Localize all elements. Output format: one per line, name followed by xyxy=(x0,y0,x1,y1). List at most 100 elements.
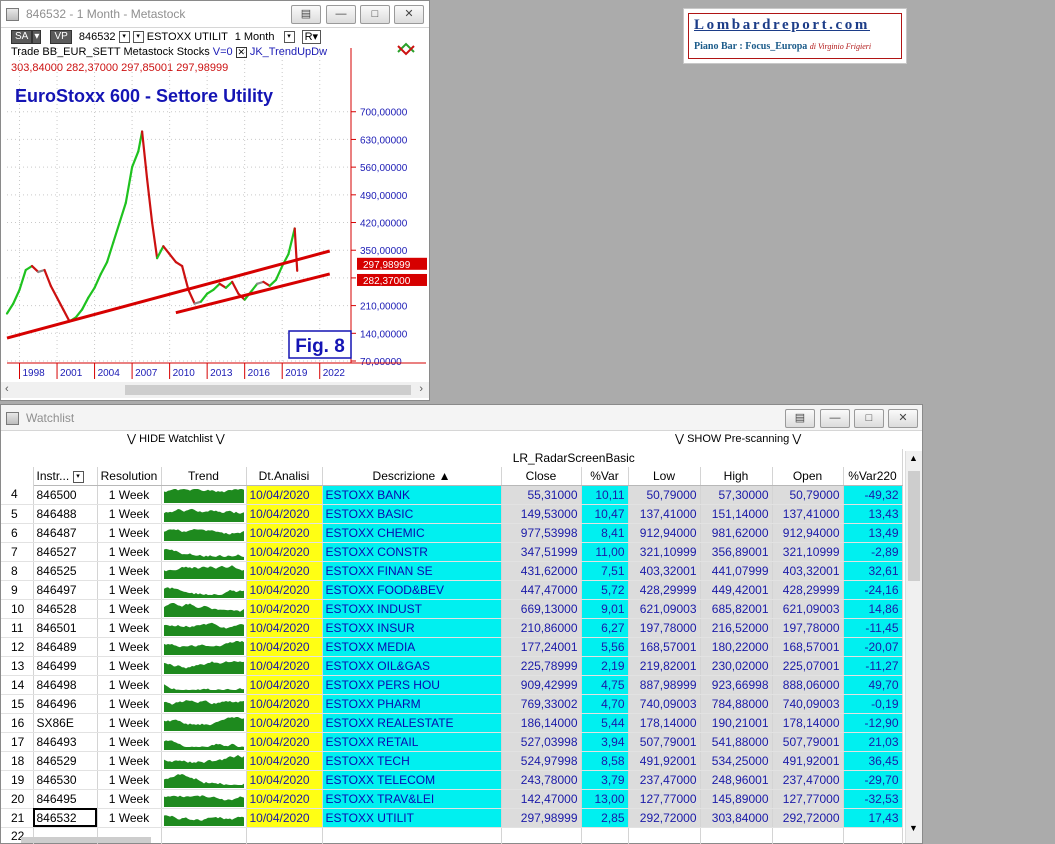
table-row[interactable]: 13 846499 1 Week 10/04/2020 ESTOXX OIL&GAS 22… xyxy=(1,656,903,676)
chart-horizontal-scrollbar[interactable]: ‹ › xyxy=(1,382,429,398)
scroll-down-icon[interactable]: ▼ xyxy=(909,823,918,833)
column-header-var220[interactable]: %Var220 xyxy=(843,467,903,486)
watchlist-layout-button[interactable]: ▤ xyxy=(785,409,815,428)
sparkline-area xyxy=(163,683,244,693)
row-instrument[interactable]: 846499 xyxy=(33,656,98,676)
table-row[interactable]: 12 846489 1 Week 10/04/2020 ESTOXX MEDIA 177,… xyxy=(1,637,903,657)
table-row[interactable]: 14 846498 1 Week 10/04/2020 ESTOXX PERS HOU 9… xyxy=(1,675,903,695)
row-number: 5 xyxy=(1,504,34,524)
row-close: 142,47000 xyxy=(501,789,582,809)
row-instrument[interactable]: 846532 xyxy=(33,808,98,828)
row-instrument[interactable]: 846527 xyxy=(33,542,98,562)
row-instrument[interactable]: 846488 xyxy=(33,504,98,524)
empty-cell xyxy=(501,827,582,844)
price-chart[interactable]: 700,00000 630,00000 560,00000 490,00000 420,… xyxy=(1,28,429,383)
table-row[interactable]: 18 846529 1 Week 10/04/2020 ESTOXX TECH 524,9… xyxy=(1,751,903,771)
column-header-resolution[interactable]: Resolution xyxy=(97,467,162,486)
chart-window: 846532 - 1 Month - Metastock ▤ — □ ✕ SA ▾… xyxy=(0,0,430,401)
table-row[interactable]: 19 846530 1 Week 10/04/2020 ESTOXX TELECOM 24… xyxy=(1,770,903,790)
price-segment xyxy=(206,288,215,295)
row-var220: -12,90 xyxy=(843,713,903,733)
x-tick-label: 2013 xyxy=(210,368,233,379)
close-button[interactable]: ✕ xyxy=(394,5,424,24)
fig-label-box: Fig. 8 xyxy=(288,330,352,359)
x-tick-label: 2016 xyxy=(248,368,271,379)
expand-icon: ⋁ xyxy=(675,433,685,445)
table-row[interactable]: 21 846532 1 Week 10/04/2020 ESTOXX UTILIT 297… xyxy=(1,808,903,828)
row-instrument[interactable]: 846495 xyxy=(33,789,98,809)
row-instrument[interactable]: 846489 xyxy=(33,637,98,657)
column-header-low[interactable]: Low xyxy=(628,467,701,486)
row-instrument[interactable]: 846529 xyxy=(33,751,98,771)
x-tick-label: 2007 xyxy=(135,368,158,379)
minimize-button[interactable]: — xyxy=(326,5,356,24)
table-row[interactable]: 8 846525 1 Week 10/04/2020 ESTOXX FINAN SE 43… xyxy=(1,561,903,581)
row-instrument[interactable]: SX86E xyxy=(33,713,98,733)
table-row[interactable]: 16 SX86E 1 Week 10/04/2020 ESTOXX REALESTATE… xyxy=(1,713,903,733)
column-header-var[interactable]: %Var xyxy=(581,467,629,486)
row-instrument[interactable]: 846497 xyxy=(33,580,98,600)
row-trend-sparkline xyxy=(161,485,247,505)
table-row[interactable]: 20 846495 1 Week 10/04/2020 ESTOXX TRAV&LEI 1… xyxy=(1,789,903,809)
row-number: 19 xyxy=(1,770,34,790)
table-row[interactable]: 4 846500 1 Week 10/04/2020 ESTOXX BANK 55,310… xyxy=(1,485,903,505)
table-row[interactable]: 10 846528 1 Week 10/04/2020 ESTOXX INDUST 669… xyxy=(1,599,903,619)
chart-scroll-thumb[interactable] xyxy=(125,385,411,395)
column-header-high[interactable]: High xyxy=(700,467,773,486)
row-description: ESTOXX INDUST xyxy=(322,599,502,619)
table-row[interactable]: 17 846493 1 Week 10/04/2020 ESTOXX RETAIL 527… xyxy=(1,732,903,752)
row-low: 912,94000 xyxy=(628,523,701,543)
row-high: 180,22000 xyxy=(700,637,773,657)
column-header-description[interactable]: Descrizione ▲ xyxy=(322,467,502,486)
scroll-up-icon[interactable]: ▲ xyxy=(909,453,918,463)
watchlist-close-button[interactable]: ✕ xyxy=(888,409,918,428)
chart-window-title: 846532 - 1 Month - Metastock xyxy=(26,7,186,21)
y-tick-label: 560,00000 xyxy=(360,163,408,174)
table-row[interactable]: 11 846501 1 Week 10/04/2020 ESTOXX INSUR 210,… xyxy=(1,618,903,638)
scroll-left-icon[interactable]: ‹ xyxy=(5,383,9,395)
trend-sparkline xyxy=(163,640,244,655)
watchlist-vertical-scrollbar[interactable]: ▲ ▼ xyxy=(905,451,922,843)
row-instrument[interactable]: 846530 xyxy=(33,770,98,790)
row-date: 10/04/2020 xyxy=(246,580,323,600)
watchlist-minimize-button[interactable]: — xyxy=(820,409,850,428)
row-open: 321,10999 xyxy=(772,542,844,562)
column-header-open[interactable]: Open xyxy=(772,467,844,486)
row-instrument[interactable]: 846496 xyxy=(33,694,98,714)
table-row[interactable]: 9 846497 1 Week 10/04/2020 ESTOXX FOOD&BEV 44… xyxy=(1,580,903,600)
row-var220: -24,16 xyxy=(843,580,903,600)
row-instrument[interactable]: 846525 xyxy=(33,561,98,581)
table-row[interactable]: 6 846487 1 Week 10/04/2020 ESTOXX CHEMIC 977,… xyxy=(1,523,903,543)
row-instrument[interactable]: 846498 xyxy=(33,675,98,695)
row-var220: 17,43 xyxy=(843,808,903,828)
column-header-close[interactable]: Close xyxy=(501,467,582,486)
maximize-button[interactable]: □ xyxy=(360,5,390,24)
collapse-icon: ⋁ xyxy=(127,433,137,445)
watchlist-scroll-thumb[interactable] xyxy=(908,471,920,581)
price-segment xyxy=(118,201,127,224)
restore-layout-button[interactable]: ▤ xyxy=(291,5,321,24)
column-header-instrument[interactable]: Instr... ▾ xyxy=(33,467,98,486)
row-high: 303,84000 xyxy=(700,808,773,828)
scroll-right-icon[interactable]: › xyxy=(419,383,423,395)
column-header-trend[interactable]: Trend xyxy=(161,467,247,486)
watchlist-maximize-button[interactable]: □ xyxy=(854,409,884,428)
row-instrument[interactable]: 846501 xyxy=(33,618,98,638)
row-instrument[interactable]: 846487 xyxy=(33,523,98,543)
price-segment xyxy=(43,268,52,287)
x-tick-label: 2010 xyxy=(173,368,196,379)
instrument-filter-dropdown[interactable]: ▾ xyxy=(72,470,84,483)
hide-watchlist-toggle[interactable]: ⋁ HIDE Watchlist ⋁ xyxy=(127,432,225,449)
row-trend-sparkline xyxy=(161,732,247,752)
table-row[interactable]: 5 846488 1 Week 10/04/2020 ESTOXX BASIC 149,5… xyxy=(1,504,903,524)
table-row[interactable]: 7 846527 1 Week 10/04/2020 ESTOXX CONSTR 347,… xyxy=(1,542,903,562)
row-instrument[interactable]: 846500 xyxy=(33,485,98,505)
row-instrument[interactable]: 846493 xyxy=(33,732,98,752)
row-open: 50,79000 xyxy=(772,485,844,505)
show-prescanning-toggle[interactable]: ⋁ SHOW Pre-scanning ⋁ xyxy=(675,432,801,449)
row-instrument[interactable]: 846528 xyxy=(33,599,98,619)
table-row[interactable]: 15 846496 1 Week 10/04/2020 ESTOXX PHARM 769,… xyxy=(1,694,903,714)
watchlist-horizontal-scroll-thumb[interactable] xyxy=(21,837,151,843)
sparkline-area xyxy=(163,564,244,579)
column-header-date[interactable]: Dt.Analisi xyxy=(246,467,323,486)
